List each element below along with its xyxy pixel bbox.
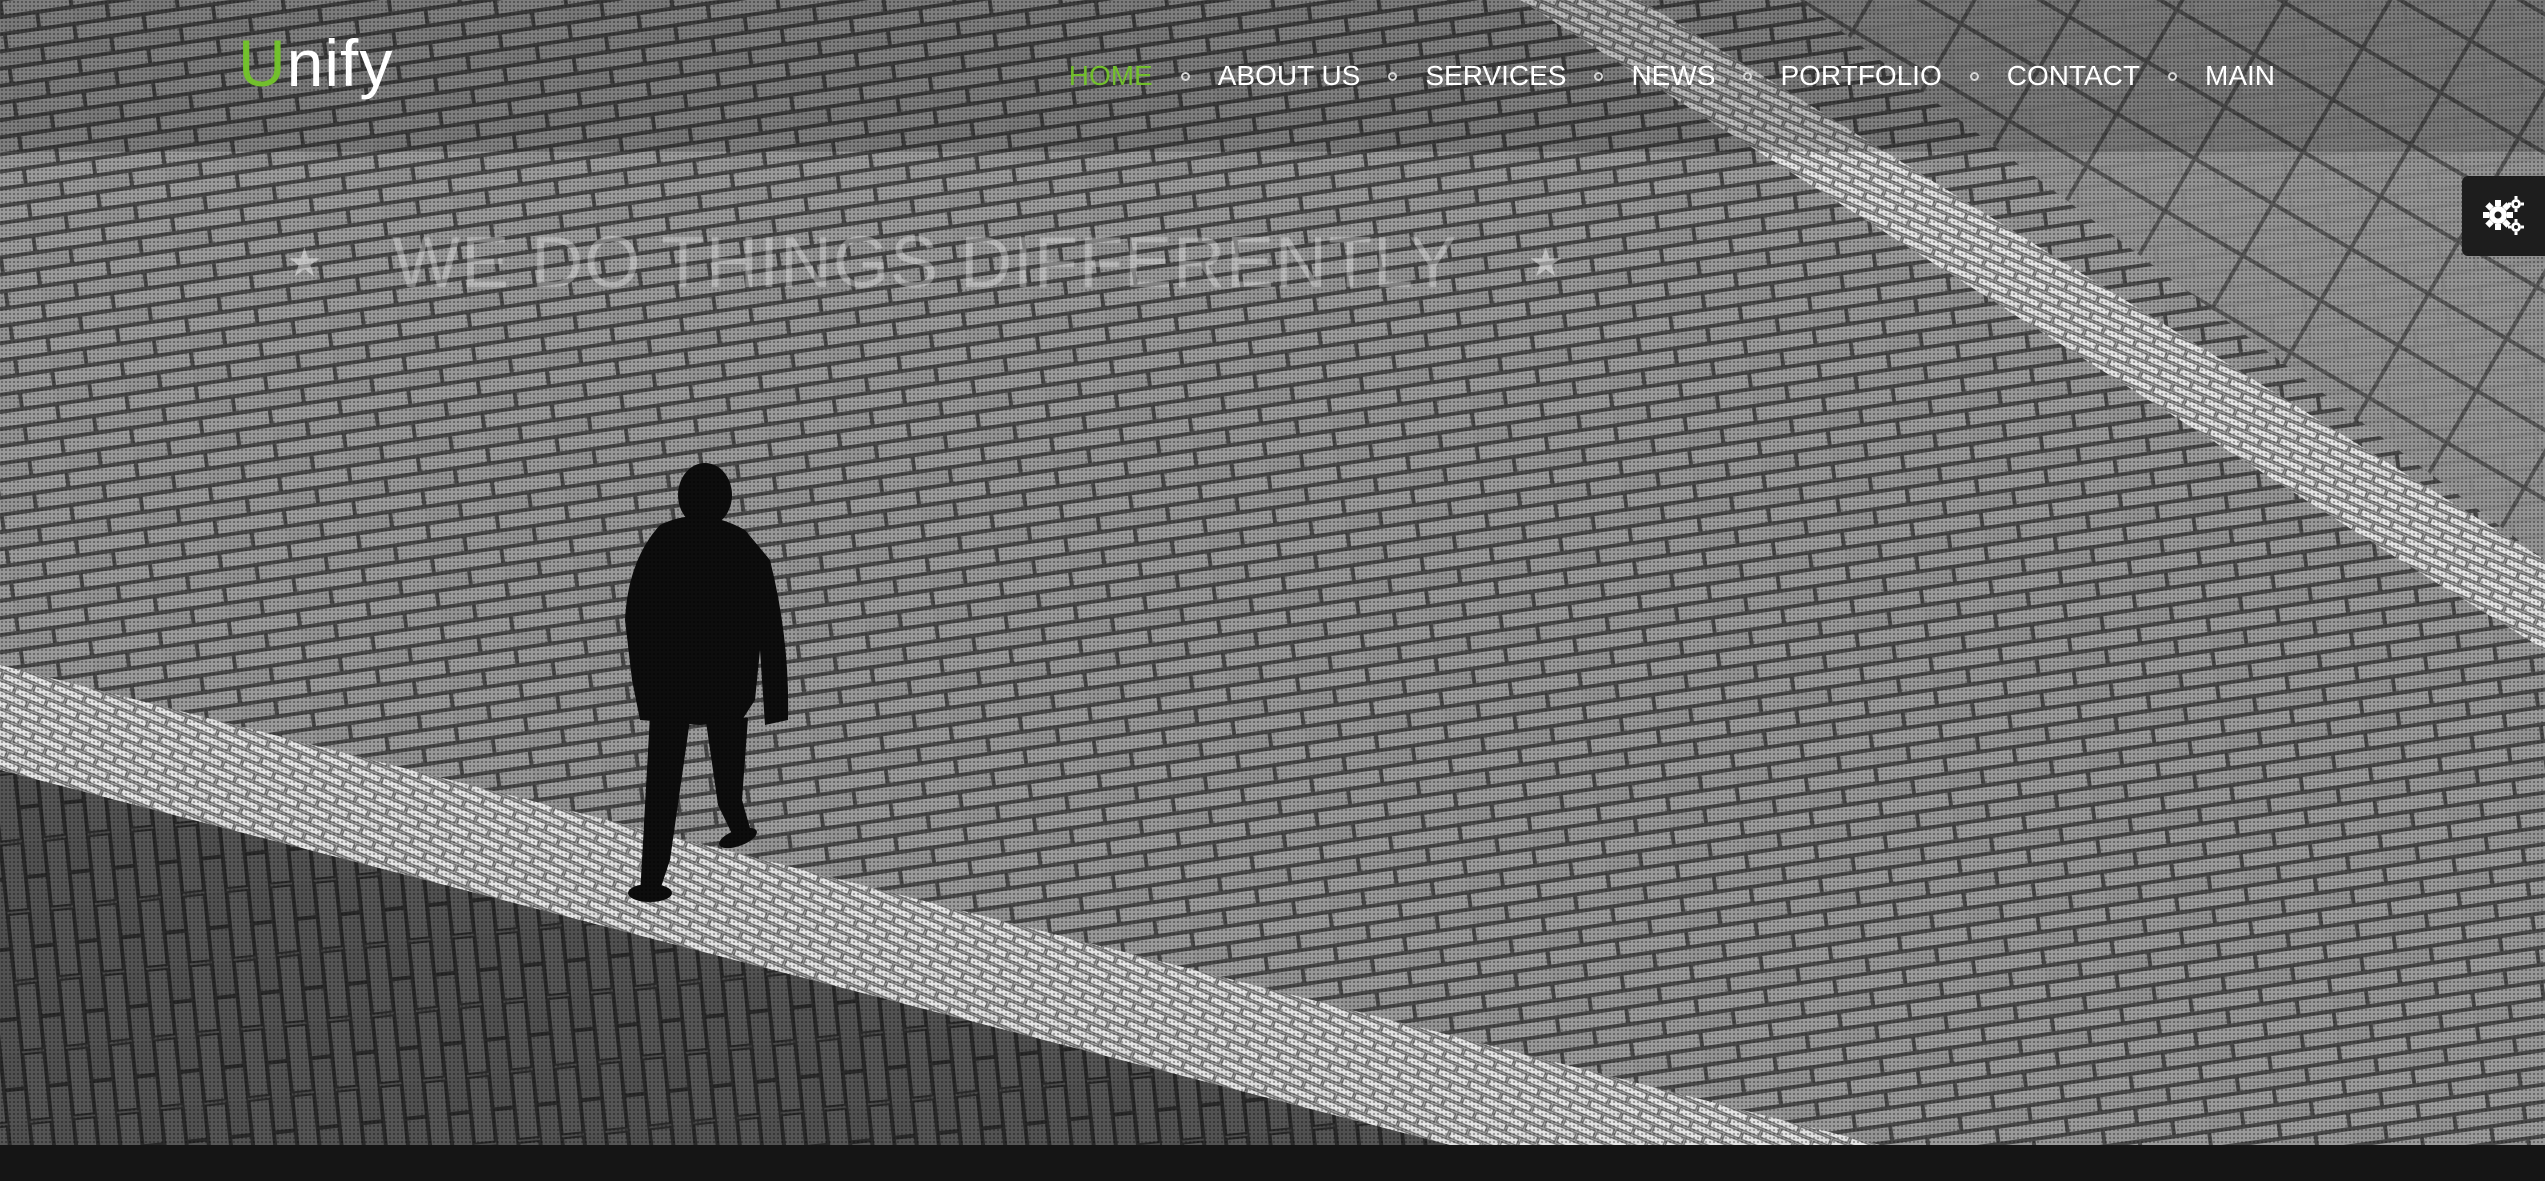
nav-separator bbox=[1180, 71, 1190, 81]
hero-background-image bbox=[0, 0, 2545, 1145]
style-switcher-toggle[interactable] bbox=[2462, 176, 2545, 256]
star-icon: ★ bbox=[286, 241, 323, 285]
nav-item-home[interactable]: HOME bbox=[1069, 58, 1153, 94]
hero-headline: WE DO THINGS DIFFERENTLY bbox=[392, 223, 1458, 303]
main-navigation: HOME ABOUT US SERVICES NEWS PORTFOLIO CO… bbox=[1069, 58, 2275, 94]
logo-initial: U bbox=[238, 26, 287, 100]
nav-separator bbox=[1743, 71, 1753, 81]
nav-item-portfolio[interactable]: PORTFOLIO bbox=[1780, 58, 1941, 94]
nav-separator bbox=[2168, 71, 2177, 81]
logo-text: nify bbox=[286, 26, 394, 100]
gears-icon bbox=[2482, 196, 2524, 235]
nav-item-services[interactable]: SERVICES bbox=[1425, 58, 1566, 94]
page-bottom-strip bbox=[0, 1145, 2545, 1181]
star-icon: ★ bbox=[1527, 241, 1564, 285]
nav-item-news[interactable]: NEWS bbox=[1631, 58, 1715, 94]
nav-separator bbox=[1594, 71, 1604, 81]
site-logo[interactable]: Unify bbox=[238, 30, 393, 96]
nav-item-about-us[interactable]: ABOUT US bbox=[1218, 58, 1361, 94]
hero-slider: Unify HOME ABOUT US SERVICES NEWS PORTFO… bbox=[0, 0, 2545, 1145]
nav-separator bbox=[1969, 71, 1979, 81]
nav-item-contact[interactable]: CONTACT bbox=[2007, 58, 2140, 94]
hero-caption: ★ WE DO THINGS DIFFERENTLY ★ bbox=[0, 222, 1850, 304]
nav-item-main[interactable]: MAIN bbox=[2205, 58, 2275, 94]
nav-separator bbox=[1388, 71, 1398, 81]
